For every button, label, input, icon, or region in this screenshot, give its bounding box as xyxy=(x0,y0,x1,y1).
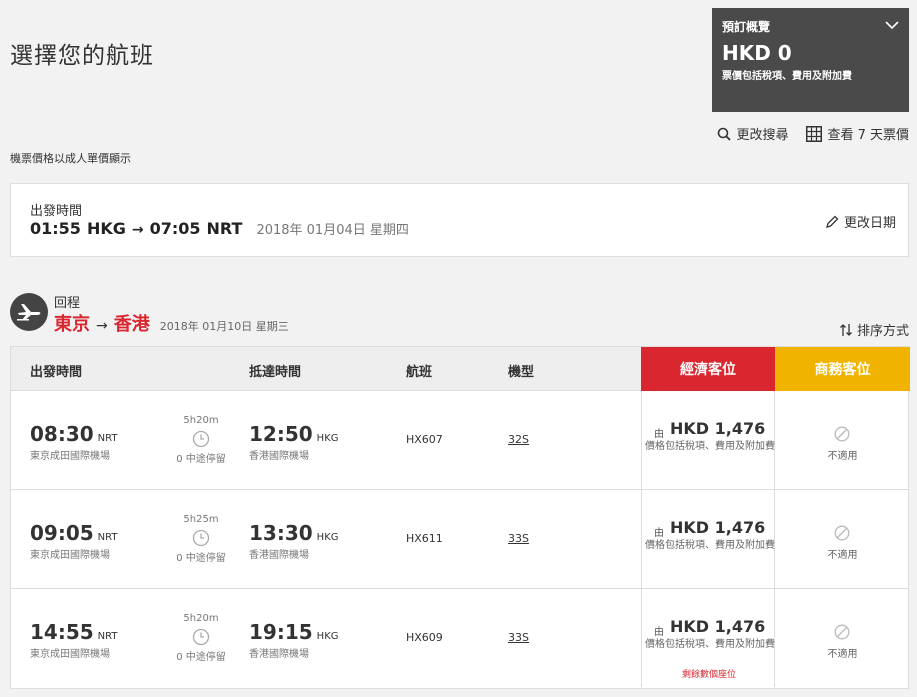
fare-from-label: 由 xyxy=(654,429,664,440)
business-not-available: 不適用 xyxy=(827,550,858,561)
pencil-icon xyxy=(826,215,839,228)
departure-airport: 東京成田國際機場 xyxy=(30,550,110,561)
calendar-grid-icon xyxy=(806,125,823,142)
aircraft-link[interactable]: 33S xyxy=(508,631,529,644)
return-header: 回程 東京 → 香港 2018年 01月10日 星期三 排序方式 xyxy=(10,290,909,340)
flight-duration: 5h20m 0 中途停留 xyxy=(176,613,226,663)
clock-icon xyxy=(192,529,210,547)
business-not-available: 不適用 xyxy=(827,451,858,462)
search-icon xyxy=(718,127,732,141)
departure-time: 14:55 NRT xyxy=(30,620,118,644)
outbound-arr-time: 07:05 xyxy=(149,219,201,238)
economy-fare-cell[interactable]: 由 HKD 1,476 價格包括稅項、費用及附加費 xyxy=(641,391,775,489)
outbound-arr-code: NRT xyxy=(206,219,243,238)
booking-summary-panel[interactable]: 預訂概覽 HKD 0 票價包括稅項、費用及附加費 xyxy=(712,8,909,112)
change-search-link[interactable]: 更改搜尋 xyxy=(717,124,788,143)
departure-airport: 東京成田國際機場 xyxy=(30,649,110,660)
flight-number: HX609 xyxy=(406,631,443,644)
economy-price: HKD 1,476 xyxy=(670,518,766,537)
header-arrival: 抵達時間 xyxy=(249,365,302,380)
return-route: 東京 → 香港 2018年 01月10日 星期三 xyxy=(54,310,289,336)
summary-title: 預訂概覽 xyxy=(722,20,771,34)
header-economy: 經濟客位 xyxy=(641,347,775,391)
aircraft-link[interactable]: 32S xyxy=(508,433,529,446)
arrival-airport: 香港國際機場 xyxy=(249,649,309,660)
arrival-time: 13:30 HKG xyxy=(249,521,339,545)
view-7-days-label: 查看 7 天票價 xyxy=(827,128,909,143)
flight-duration: 5h25m 0 中途停留 xyxy=(176,514,226,564)
header-flight: 航班 xyxy=(406,365,433,380)
departure-time: 09:05 NRT xyxy=(30,521,118,545)
price-note: 機票價格以成人單價顯示 xyxy=(10,152,131,165)
return-date: 2018年 01月10日 星期三 xyxy=(159,320,289,333)
outbound-dep-time: 01:55 xyxy=(30,219,81,238)
header-business: 商務客位 xyxy=(775,347,910,391)
flight-number: HX611 xyxy=(406,532,443,545)
flight-table: 出發時間 抵達時間 航班 機型 經濟客位 商務客位 08:30 NRT 東京成田國… xyxy=(10,346,910,689)
arrival-time: 19:15 HKG xyxy=(249,620,339,644)
clock-icon xyxy=(192,430,210,448)
sort-button[interactable]: 排序方式 xyxy=(839,320,909,339)
fare-from-label: 由 xyxy=(654,627,664,638)
table-row: 09:05 NRT 東京成田國際機場 5h25m 0 中途停留 13:30 HKG … xyxy=(11,490,908,589)
arrow-right-icon: → xyxy=(131,222,144,238)
arrow-right-icon: → xyxy=(96,318,108,334)
arrival-airport: 香港國際機場 xyxy=(249,550,309,561)
fare-from-label: 由 xyxy=(654,528,664,539)
outbound-dep-code: HKG xyxy=(86,219,126,238)
economy-price: HKD 1,476 xyxy=(670,617,766,636)
economy-price-note: 價格包括稅項、費用及附加費 xyxy=(645,639,775,650)
table-row: 14:55 NRT 東京成田國際機場 5h20m 0 中途停留 19:15 HKG … xyxy=(11,589,908,688)
business-fare-cell: 不適用 xyxy=(775,391,910,489)
outbound-date: 2018年 01月04日 星期四 xyxy=(256,223,409,238)
summary-note: 票價包括稅項、費用及附加費 xyxy=(722,71,852,82)
economy-fare-cell[interactable]: 由 HKD 1,476 價格包括稅項、費用及附加費 xyxy=(641,490,775,588)
clock-icon xyxy=(192,628,210,646)
not-available-icon xyxy=(834,426,850,442)
return-label: 回程 xyxy=(54,296,81,311)
departure-time: 08:30 NRT xyxy=(30,422,118,446)
view-7-days-link[interactable]: 查看 7 天票價 xyxy=(806,124,909,143)
outbound-selected-flight: 出發時間 01:55 HKG → 07:05 NRT 2018年 01月04日 … xyxy=(10,183,909,257)
header-departure: 出發時間 xyxy=(30,365,83,380)
sort-label: 排序方式 xyxy=(856,324,909,339)
search-actions: 更改搜尋 查看 7 天票價 xyxy=(717,124,909,143)
business-fare-cell: 不適用 xyxy=(775,589,910,687)
return-to-city: 香港 xyxy=(113,314,150,335)
economy-price-note: 價格包括稅項、費用及附加費 xyxy=(645,540,775,551)
page-title: 選擇您的航班 xyxy=(10,43,154,69)
flight-duration: 5h20m 0 中途停留 xyxy=(176,415,226,465)
chevron-down-icon[interactable] xyxy=(885,20,899,30)
page: 選擇您的航班 預訂概覽 HKD 0 票價包括稅項、費用及附加費 更改搜尋 查看 … xyxy=(0,0,917,697)
outbound-label: 出發時間 xyxy=(30,204,83,219)
plane-icon xyxy=(10,293,48,331)
outbound-route: 01:55 HKG → 07:05 NRT 2018年 01月04日 星期四 xyxy=(30,219,409,238)
return-from-city: 東京 xyxy=(54,314,90,335)
departure-airport: 東京成田國際機場 xyxy=(30,451,110,462)
flight-number: HX607 xyxy=(406,433,443,446)
sort-icon xyxy=(840,323,852,336)
not-available-icon xyxy=(834,525,850,541)
arrival-airport: 香港國際機場 xyxy=(249,451,309,462)
economy-price-note: 價格包括稅項、費用及附加費 xyxy=(645,441,775,452)
table-row: 08:30 NRT 東京成田國際機場 5h20m 0 中途停留 12:50 HKG … xyxy=(11,391,908,490)
header-aircraft: 機型 xyxy=(508,365,535,380)
arrival-time: 12:50 HKG xyxy=(249,422,339,446)
economy-price: HKD 1,476 xyxy=(670,419,766,438)
not-available-icon xyxy=(834,624,850,640)
economy-fare-cell[interactable]: 由 HKD 1,476 價格包括稅項、費用及附加費 剩餘數個座位 xyxy=(641,589,775,687)
business-not-available: 不適用 xyxy=(827,649,858,660)
table-header: 出發時間 抵達時間 航班 機型 經濟客位 商務客位 xyxy=(11,347,910,391)
summary-amount: HKD 0 xyxy=(722,41,792,65)
business-fare-cell: 不適用 xyxy=(775,490,910,588)
change-date-label: 更改日期 xyxy=(843,216,896,231)
aircraft-link[interactable]: 33S xyxy=(508,532,529,545)
seats-remaining: 剩餘數個座位 xyxy=(681,670,736,680)
change-date-link[interactable]: 更改日期 xyxy=(825,212,896,231)
change-search-label: 更改搜尋 xyxy=(736,128,789,143)
